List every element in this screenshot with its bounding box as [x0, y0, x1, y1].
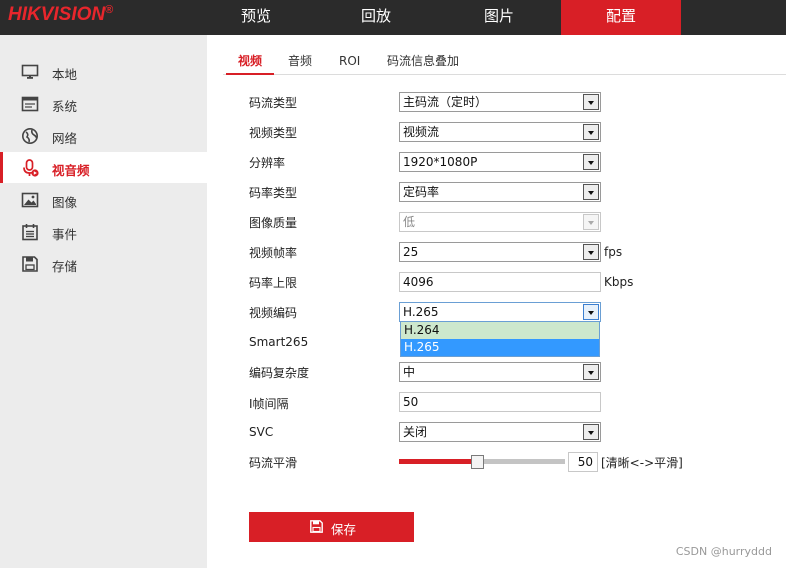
chevron-down-icon: [583, 94, 599, 110]
calendar-icon: [22, 224, 38, 241]
hikvision-logo: HIKVISION®: [8, 4, 114, 25]
sidebar: 本地 系统 网络 视音频 图像 事件 存储: [0, 35, 207, 568]
option-h265[interactable]: H.265: [401, 339, 599, 356]
resolution-value: 1920*1080P: [403, 155, 478, 169]
sidebar-item-event[interactable]: 事件: [0, 216, 207, 247]
encode-complexity-value: 中: [403, 365, 416, 379]
video-encoding-label: 视频编码: [249, 306, 298, 320]
sidebar-item-local[interactable]: 本地: [0, 56, 207, 87]
resolution-select[interactable]: 1920*1080P: [399, 152, 601, 172]
floppy-disk-icon: [22, 256, 38, 272]
stream-smoothing-handle[interactable]: [471, 455, 484, 469]
video-type-label: 视频类型: [249, 126, 298, 140]
max-bitrate-input[interactable]: 4096: [399, 272, 601, 292]
bitrate-type-label: 码率类型: [249, 186, 298, 200]
monitor-icon: [21, 64, 39, 79]
sidebar-item-video-audio[interactable]: 视音频: [0, 152, 207, 183]
save-button[interactable]: 保存: [249, 512, 414, 542]
resolution-label: 分辨率: [249, 156, 286, 170]
save-button-label: 保存: [331, 523, 357, 537]
chevron-down-icon: [583, 184, 599, 200]
frame-rate-unit: fps: [604, 245, 623, 259]
iframe-interval-input[interactable]: 50: [399, 392, 601, 412]
encode-complexity-label: 编码复杂度: [249, 366, 310, 380]
stream-type-value: 主码流（定时）: [403, 95, 488, 109]
sidebar-item-storage[interactable]: 存储: [0, 248, 207, 279]
sidebar-item-label: 系统: [52, 99, 78, 114]
sidebar-item-label: 网络: [52, 131, 78, 146]
stream-smoothing-label: 码流平滑: [249, 456, 298, 470]
nav-preview[interactable]: 预览: [196, 0, 316, 35]
stream-type-select[interactable]: 主码流（定时）: [399, 92, 601, 112]
encode-complexity-select[interactable]: 中: [399, 362, 601, 382]
stream-smoothing-fill: [399, 459, 474, 464]
sidebar-item-label: 视音频: [52, 163, 90, 178]
sidebar-item-network[interactable]: 网络: [0, 120, 207, 151]
option-h264[interactable]: H.264: [401, 322, 599, 339]
video-encoding-value: H.265: [403, 305, 439, 319]
nav-configuration[interactable]: 配置: [561, 0, 681, 35]
stream-smoothing-value[interactable]: 50: [568, 452, 598, 472]
sidebar-item-image[interactable]: 图像: [0, 184, 207, 215]
stream-type-label: 码流类型: [249, 96, 298, 110]
tab-stream-info-overlay[interactable]: 码流信息叠加: [387, 48, 459, 75]
globe-icon: [22, 128, 38, 144]
video-encoding-select[interactable]: H.265: [399, 302, 601, 322]
sidebar-item-label: 图像: [52, 195, 78, 210]
microphone-icon: [23, 159, 39, 177]
watermark: CSDN @hurryddd: [675, 545, 772, 558]
smart265-label: Smart265: [249, 335, 309, 349]
sidebar-item-label: 存储: [52, 259, 78, 274]
tab-audio[interactable]: 音频: [288, 48, 312, 75]
image-quality-value: 低: [403, 215, 416, 229]
sidebar-item-label: 事件: [52, 227, 78, 242]
video-type-value: 视频流: [403, 125, 440, 139]
chevron-down-icon: [583, 214, 599, 230]
chevron-down-icon: [583, 154, 599, 170]
frame-rate-value: 25: [403, 245, 419, 259]
frame-rate-select[interactable]: 25: [399, 242, 601, 262]
chevron-down-icon: [583, 124, 599, 140]
svc-value: 关闭: [403, 425, 428, 439]
bitrate-type-value: 定码率: [403, 185, 440, 199]
system-window-icon: [21, 96, 39, 112]
sidebar-item-system[interactable]: 系统: [0, 88, 207, 119]
nav-playback[interactable]: 回放: [316, 0, 436, 35]
chevron-down-icon: [583, 364, 599, 380]
tab-roi[interactable]: ROI: [339, 48, 360, 75]
video-type-select[interactable]: 视频流: [399, 122, 601, 142]
settings-tabs: 视频 音频 ROI 码流信息叠加: [223, 48, 786, 75]
max-bitrate-label: 码率上限: [249, 276, 298, 290]
svc-label: SVC: [249, 425, 274, 439]
bitrate-type-select[interactable]: 定码率: [399, 182, 601, 202]
chevron-down-icon: [583, 424, 599, 440]
top-bar: HIKVISION® 预览 回放 图片 配置: [0, 0, 786, 35]
chevron-down-icon: [583, 244, 599, 260]
video-encoding-dropdown: H.264 H.265: [400, 321, 600, 357]
tab-video[interactable]: 视频: [226, 48, 274, 75]
iframe-interval-label: I帧间隔: [249, 397, 289, 411]
chevron-down-icon: [583, 304, 599, 320]
image-quality-select: 低: [399, 212, 601, 232]
image-icon: [21, 192, 39, 208]
image-quality-label: 图像质量: [249, 216, 298, 230]
frame-rate-label: 视频帧率: [249, 246, 298, 260]
floppy-disk-icon: [310, 520, 323, 533]
stream-smoothing-hint: [清晰<->平滑]: [601, 456, 683, 470]
sidebar-item-label: 本地: [52, 67, 78, 82]
nav-picture[interactable]: 图片: [439, 0, 559, 35]
max-bitrate-unit: Kbps: [604, 275, 634, 289]
svc-select[interactable]: 关闭: [399, 422, 601, 442]
